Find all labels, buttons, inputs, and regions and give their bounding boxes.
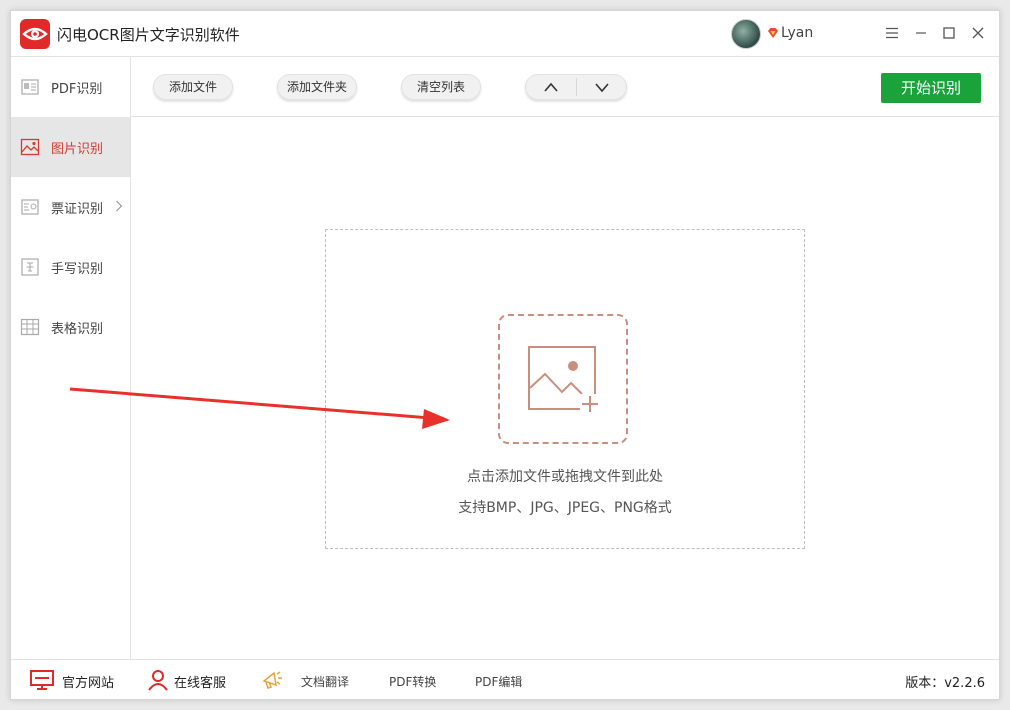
drop-hint-text: 点击添加文件或拖拽文件到此处 bbox=[467, 469, 663, 485]
sidebar-item-label: 图片识别 bbox=[51, 142, 104, 157]
toolbar: 添加文件 添加文件夹 清空列表 开始识别 bbox=[131, 57, 999, 117]
version-label: 版本：v2.2.6 bbox=[905, 676, 985, 691]
supported-formats-text: 支持BMP、JPG、JPEG、PNG格式 bbox=[458, 500, 672, 516]
sidebar-item-label: PDF识别 bbox=[51, 82, 103, 97]
add-file-button[interactable]: 添加文件 bbox=[153, 74, 233, 100]
clear-list-button[interactable]: 清空列表 bbox=[401, 74, 481, 100]
sidebar-item-image[interactable]: 图片识别 bbox=[11, 117, 130, 177]
app-title: 闪电OCR图片文字识别软件 bbox=[57, 26, 240, 44]
app-logo-icon bbox=[20, 19, 50, 49]
close-icon[interactable] bbox=[965, 21, 991, 45]
start-recognition-button[interactable]: 开始识别 bbox=[881, 73, 981, 103]
pdf-edit-link[interactable]: PDF编辑 bbox=[475, 660, 535, 700]
megaphone-icon bbox=[262, 671, 282, 689]
pdf-doc-icon bbox=[21, 79, 39, 95]
pdf-edit-label: PDF编辑 bbox=[475, 675, 523, 689]
sidebar-item-label: 票证识别 bbox=[51, 202, 104, 217]
online-support-label: 在线客服 bbox=[174, 676, 227, 691]
file-drop-zone[interactable]: 点击添加文件或拖拽文件到此处 支持BMP、JPG、JPEG、PNG格式 bbox=[325, 229, 805, 549]
main-area: 点击添加文件或拖拽文件到此处 支持BMP、JPG、JPEG、PNG格式 bbox=[131, 117, 999, 659]
monitor-icon bbox=[30, 670, 54, 690]
sidebar-item-label: 表格识别 bbox=[51, 322, 104, 337]
move-up-button[interactable] bbox=[526, 75, 576, 99]
pdf-convert-link[interactable]: PDF转换 bbox=[389, 660, 449, 700]
handwriting-icon bbox=[21, 258, 39, 276]
avatar[interactable] bbox=[731, 19, 761, 49]
table-icon bbox=[20, 318, 40, 336]
chevron-right-icon bbox=[116, 200, 123, 212]
doc-translate-link[interactable]: 文档翻译 bbox=[261, 660, 361, 700]
minimize-icon[interactable] bbox=[908, 21, 934, 45]
online-support-link[interactable]: 在线客服 bbox=[147, 660, 237, 700]
official-website-label: 官方网站 bbox=[62, 676, 115, 691]
maximize-icon[interactable] bbox=[936, 21, 962, 45]
add-folder-button[interactable]: 添加文件夹 bbox=[277, 74, 357, 100]
title-bar: 闪电OCR图片文字识别软件 Lyan bbox=[11, 11, 999, 57]
menu-icon[interactable] bbox=[879, 21, 905, 45]
add-image-icon[interactable] bbox=[498, 314, 628, 444]
vip-diamond-icon bbox=[768, 28, 778, 38]
pdf-convert-label: PDF转换 bbox=[389, 675, 437, 689]
move-down-button[interactable] bbox=[577, 75, 627, 99]
footer: 官方网站 在线客服 文档翻译 PDF转换 PDF编辑 版本：v2.2.6 bbox=[11, 659, 999, 699]
sidebar-item-label: 手写识别 bbox=[51, 262, 104, 277]
sidebar-item-ticket[interactable]: 票证识别 bbox=[11, 177, 130, 237]
person-icon bbox=[148, 670, 168, 691]
official-website-link[interactable]: 官方网站 bbox=[29, 660, 121, 700]
sidebar-item-table[interactable]: 表格识别 bbox=[11, 297, 130, 357]
move-order-group bbox=[525, 74, 627, 100]
ticket-icon bbox=[21, 199, 39, 215]
sidebar-item-pdf[interactable]: PDF识别 bbox=[11, 57, 130, 117]
username[interactable]: Lyan bbox=[781, 25, 813, 41]
sidebar: PDF识别 图片识别 票证识别 手写识别 表格识别 bbox=[11, 57, 131, 659]
doc-translate-label: 文档翻译 bbox=[301, 675, 350, 689]
chevron-down-icon bbox=[595, 83, 609, 93]
app-window: 闪电OCR图片文字识别软件 Lyan PDF识别 图片识别 票证识别 手写识别 … bbox=[10, 10, 1000, 700]
sidebar-item-handwriting[interactable]: 手写识别 bbox=[11, 237, 130, 297]
image-icon bbox=[20, 138, 40, 156]
chevron-up-icon bbox=[544, 82, 558, 92]
